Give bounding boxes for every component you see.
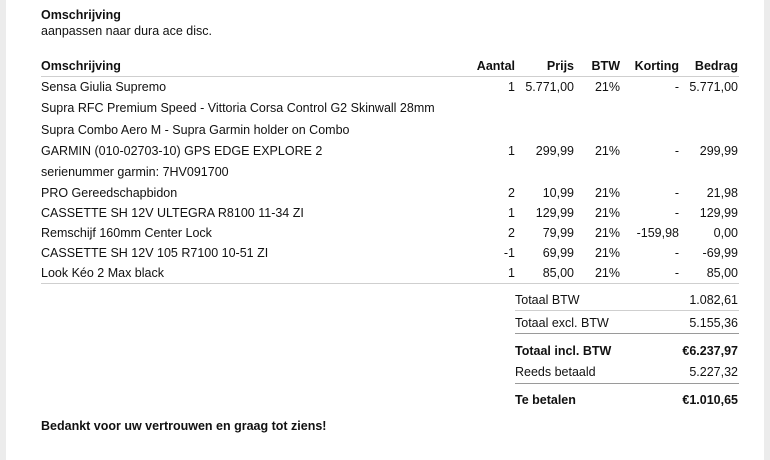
table-bottom-divider <box>41 283 739 284</box>
col-header-aantal: Aantal <box>476 59 515 73</box>
table-row-aantal: 1 <box>508 80 515 94</box>
col-header-bedrag: Bedrag <box>694 59 738 73</box>
te-betalen-label: Te betalen <box>515 393 576 407</box>
table-row-btw: 21% <box>594 226 620 240</box>
table-row-bedrag: 21,98 <box>706 186 738 200</box>
col-header-btw: BTW <box>591 59 620 73</box>
table-row-description: CASSETTE SH 12V 105 R7100 10-51 ZI <box>41 246 269 260</box>
table-row-korting: - <box>674 80 679 94</box>
table-row-description: Remschijf 160mm Center Lock <box>41 226 212 240</box>
table-row-bedrag: 85,00 <box>706 266 738 280</box>
thank-you-message: Bedankt voor uw vertrouwen en graag tot … <box>41 419 327 433</box>
table-row-aantal: 1 <box>508 144 515 158</box>
table-row-btw: 21% <box>594 266 620 280</box>
table-row-prijs: 10,99 <box>542 186 574 200</box>
table-row-korting: - <box>674 266 679 280</box>
table-row-korting: - <box>674 186 679 200</box>
col-header-prijs: Prijs <box>546 59 574 73</box>
table-row-bedrag: 5.771,00 <box>689 80 738 94</box>
table-row-description: PRO Gereedschapbidon <box>41 186 178 200</box>
table-row-prijs: 79,99 <box>542 226 574 240</box>
table-row-aantal: -1 <box>503 246 515 260</box>
table-row-aantal: 1 <box>508 206 515 220</box>
table-row-description: Sensa Giulia Supremo <box>41 80 167 94</box>
header-divider <box>41 76 739 77</box>
table-row-btw: 21% <box>594 80 620 94</box>
description-heading: Omschrijving <box>41 8 121 22</box>
table-row-prijs: 85,00 <box>542 266 574 280</box>
table-row-btw: 21% <box>594 144 620 158</box>
table-row-prijs: 69,99 <box>542 246 574 260</box>
totaal-excl-value: 5.155,36 <box>689 316 738 330</box>
totaal-incl-value: €6.237,97 <box>682 344 738 358</box>
table-row-description: Look Kéo 2 Max black <box>41 266 164 280</box>
reeds-betaald-value: 5.227,32 <box>689 365 738 379</box>
table-row-bedrag: 0,00 <box>713 226 738 240</box>
table-row-bedrag: -69,99 <box>702 246 738 260</box>
table-row-aantal: 2 <box>508 186 515 200</box>
te-betalen-value: €1.010,65 <box>682 393 738 407</box>
table-row-bedrag: 129,99 <box>699 206 738 220</box>
table-row-korting: -159,98 <box>636 226 679 240</box>
table-row-korting: - <box>674 144 679 158</box>
table-row-btw: 21% <box>594 186 620 200</box>
totals-divider <box>515 383 739 384</box>
table-row-prijs: 5.771,00 <box>525 80 574 94</box>
table-row-bedrag: 299,99 <box>699 144 738 158</box>
table-row-description: Supra RFC Premium Speed - Vittoria Corsa… <box>41 101 435 115</box>
totals-divider <box>515 333 739 334</box>
table-row-description: serienummer garmin: 7HV091700 <box>41 165 229 179</box>
table-row-description: GARMIN (010-02703-10) GPS EDGE EXPLORE 2 <box>41 144 323 158</box>
table-row-aantal: 2 <box>508 226 515 240</box>
reeds-betaald-label: Reeds betaald <box>515 365 596 379</box>
totaal-excl-label: Totaal excl. BTW <box>515 316 609 330</box>
table-row-btw: 21% <box>594 206 620 220</box>
totaal-incl-label: Totaal incl. BTW <box>515 344 612 358</box>
totals-divider <box>515 310 739 311</box>
table-row-description: CASSETTE SH 12V ULTEGRA R8100 11-34 ZI <box>41 206 304 220</box>
table-row-description: Supra Combo Aero M - Supra Garmin holder… <box>41 123 350 137</box>
table-row-korting: - <box>674 206 679 220</box>
table-row-korting: - <box>674 246 679 260</box>
table-row-prijs: 129,99 <box>535 206 574 220</box>
table-row-btw: 21% <box>594 246 620 260</box>
totaal-btw-label: Totaal BTW <box>515 293 580 307</box>
table-row-aantal: 1 <box>508 266 515 280</box>
col-header-omschrijving: Omschrijving <box>41 59 121 73</box>
invoice-page: Omschrijving aanpassen naar dura ace dis… <box>6 0 764 460</box>
col-header-korting: Korting <box>634 59 679 73</box>
table-row-prijs: 299,99 <box>535 144 574 158</box>
description-text: aanpassen naar dura ace disc. <box>41 24 212 38</box>
totaal-btw-value: 1.082,61 <box>689 293 738 307</box>
